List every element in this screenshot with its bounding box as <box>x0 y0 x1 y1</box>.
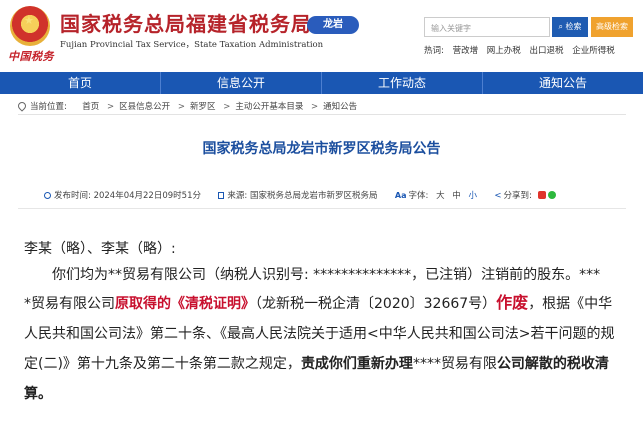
salutation: 李某（略）、李某（略）: <box>24 241 176 257</box>
breadcrumb: 当前位置: 首页 > 区县信息公开 > 新罗区 > 主动公开基本目录 > 通知公告 <box>16 100 357 112</box>
hotwords: 热词: 营改增 网上办税 出口退税 企业所得税 <box>424 44 621 56</box>
article-meta: 发布时间: 2024年04月22日09时51分 来源: 国家税务总局龙岩市新罗区… <box>44 189 556 201</box>
body-text: （龙新税一税企清〔2020〕32667号） <box>255 296 497 312</box>
breadcrumb-link[interactable]: 首页 <box>82 102 99 112</box>
divider <box>18 208 626 209</box>
location-pin-icon <box>16 100 28 112</box>
article-title: 国家税务总局龙岩市新罗区税务局公告 <box>202 141 441 157</box>
paragraph-line: 定(二)》第十九条及第二十条第二款之规定，责成你们重新办理****贸易有限公司解… <box>24 349 624 379</box>
breadcrumb-label: 当前位置: <box>30 102 67 112</box>
article-body: 李某（略）、李某（略）: 你们均为**贸易有限公司（纳税人识别号: ******… <box>24 236 624 409</box>
source-name: 国家税务总局龙岩市新罗区税务局 <box>249 191 378 201</box>
highlight-text: 原取得的《清税证明》 <box>115 296 255 312</box>
source-label: 来源: <box>227 191 248 201</box>
hotwords-label: 热词: <box>424 46 444 56</box>
publish-time: 2024年04月22日09时51分 <box>93 191 201 201</box>
site-header: ★ 中国税务 国家税务总局福建省税务局 Fujian Provincial Ta… <box>0 0 643 70</box>
font-size-icon: Aa <box>394 191 407 200</box>
main-nav: 首页 信息公开 工作动态 通知公告 <box>0 72 643 94</box>
breadcrumb-link[interactable]: 区县信息公开 <box>119 102 170 112</box>
font-size-small[interactable]: 小 <box>469 191 478 201</box>
weibo-icon[interactable] <box>537 191 546 199</box>
paragraph-line: *贸易有限公司原取得的《清税证明》（龙新税一税企清〔2020〕32667号）作废… <box>24 288 624 319</box>
site-title[interactable]: 国家税务总局福建省税务局 <box>60 8 312 37</box>
font-size-large[interactable]: 大 <box>436 191 445 201</box>
font-size-label: 字体: <box>408 191 429 201</box>
nav-item-notices[interactable]: 通知公告 <box>483 72 643 94</box>
body-text: *贸易有限公司 <box>24 296 115 312</box>
brand-script-logo: 中国税务 <box>8 50 54 63</box>
search-icon: ⌕ <box>558 22 563 31</box>
breadcrumb-link[interactable]: 主动公开基本目录 <box>235 102 303 112</box>
search-button[interactable]: ⌕ 检索 <box>552 17 588 37</box>
site-subtitle: Fujian Provincial Tax Service，State Taxa… <box>60 40 324 50</box>
void-text: 作废 <box>496 293 529 312</box>
paragraph-line: 人民共和国公司法》第二十条、《最高人民法院关于适用<中华人民共和国公司法>若干问… <box>24 326 615 342</box>
publish-label: 发布时间: <box>54 191 91 201</box>
emblem-star-icon: ★ <box>24 14 34 27</box>
bold-text: 公司解散的税收清 <box>496 356 609 372</box>
city-badge[interactable]: 龙岩 <box>307 16 359 34</box>
body-text: 定(二)》第十九条及第二十条第二款之规定， <box>24 356 301 372</box>
search-button-label: 检索 <box>565 22 582 31</box>
share-label: 分享到: <box>503 191 532 201</box>
body-text: ****贸易有限 <box>412 356 497 372</box>
paragraph-line: 算。 <box>24 386 52 402</box>
bold-text: 责成你们重新办理 <box>300 356 413 372</box>
document-icon <box>218 192 225 199</box>
advanced-search-button[interactable]: 高级检索 <box>591 17 633 37</box>
hotword-link[interactable]: 营改增 <box>453 46 479 56</box>
body-text: ，根据《中华 <box>528 296 613 312</box>
nav-item-info-disclosure[interactable]: 信息公开 <box>161 72 322 94</box>
hotword-link[interactable]: 企业所得税 <box>572 46 615 56</box>
breadcrumb-link[interactable]: 通知公告 <box>323 102 357 112</box>
divider <box>18 114 626 115</box>
nav-item-home[interactable]: 首页 <box>0 72 161 94</box>
share-icon: < <box>494 191 502 201</box>
hotword-link[interactable]: 出口退税 <box>530 46 564 56</box>
font-size-medium[interactable]: 中 <box>452 191 461 201</box>
nav-item-work-news[interactable]: 工作动态 <box>322 72 483 94</box>
breadcrumb-link[interactable]: 新罗区 <box>190 102 216 112</box>
clock-icon <box>44 192 51 199</box>
wechat-icon[interactable] <box>547 191 556 199</box>
search-input[interactable]: 输入关键字 <box>424 17 550 37</box>
hotword-link[interactable]: 网上办税 <box>487 46 521 56</box>
paragraph-line: 你们均为**贸易有限公司（纳税人识别号: **************，已注销）… <box>52 267 601 283</box>
